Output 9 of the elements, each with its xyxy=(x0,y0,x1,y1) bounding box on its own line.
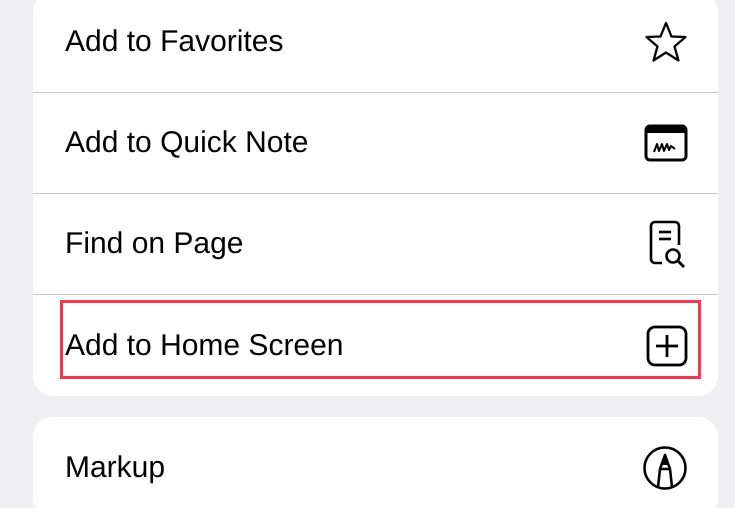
pen-circle-icon xyxy=(642,444,688,490)
note-icon xyxy=(644,124,688,162)
menu-item[interactable]: Add to Quick Note xyxy=(65,126,308,160)
menu-item[interactable]: Add to Favorites xyxy=(65,25,284,59)
add-square-icon xyxy=(646,324,688,366)
menu-item[interactable]: Markup xyxy=(65,450,166,484)
menu-item[interactable]: Find on Page xyxy=(65,227,244,261)
menu-item[interactable]: Add to Home Screen xyxy=(65,328,344,362)
star-icon xyxy=(644,20,688,64)
